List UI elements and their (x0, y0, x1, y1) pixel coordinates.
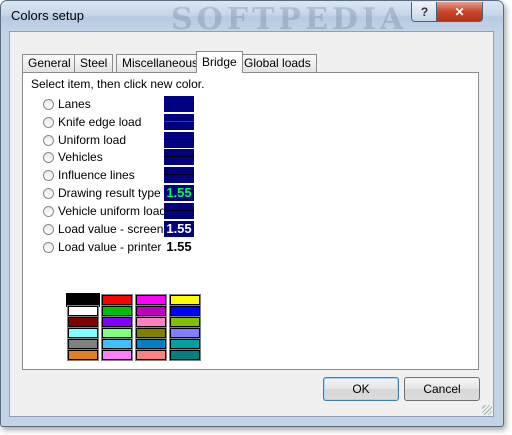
option-label: Influence lines (58, 168, 135, 182)
swatch-line (164, 156, 194, 157)
dialog-client-area: General Steel Miscellaneous Bridge Globa… (9, 31, 494, 417)
option-label: Uniform load (58, 133, 127, 147)
palette-color-cell[interactable] (67, 338, 99, 350)
swatch-vehicles[interactable] (164, 149, 194, 165)
window-title: Colors setup (11, 8, 84, 23)
colors-setup-dialog: SOFTPEDIA Colors setup ? ✕ General Steel… (0, 0, 504, 427)
radio-button[interactable] (43, 187, 54, 199)
swatch-line (164, 121, 194, 122)
palette-color-cell[interactable] (135, 316, 167, 328)
bridge-colors-panel: Select item, then click new color. Lanes… (22, 72, 479, 370)
palette-color-cell[interactable] (101, 294, 133, 306)
palette-color-cell[interactable] (135, 349, 167, 361)
palette-color-cell[interactable] (67, 327, 99, 339)
option-label: Lanes (58, 97, 91, 111)
swatch-knife-edge-load[interactable] (164, 114, 194, 130)
ok-button[interactable]: OK (323, 377, 399, 401)
palette-color-cell[interactable] (67, 305, 99, 317)
sample-load-value-printer[interactable]: 1.55 (164, 239, 194, 255)
option-label: Load value - screen (58, 222, 164, 236)
palette-color-cell[interactable] (169, 294, 201, 306)
swatch-line (164, 210, 194, 211)
palette-color-cell[interactable] (66, 293, 100, 307)
radio-button[interactable] (43, 116, 54, 128)
close-button[interactable]: ✕ (436, 2, 483, 22)
tab-miscellaneous[interactable]: Miscellaneous (116, 54, 205, 72)
option-uniform-load[interactable]: Uniform load (43, 132, 126, 148)
radio-button[interactable] (43, 98, 54, 110)
tab-steel[interactable]: Steel (74, 54, 114, 72)
palette-color-cell[interactable] (101, 349, 133, 361)
palette-color-cell[interactable] (135, 294, 167, 306)
radio-button[interactable] (43, 134, 54, 146)
radio-button[interactable] (43, 223, 54, 235)
swatch-line (164, 139, 194, 140)
option-vehicle-uniform-load[interactable]: Vehicle uniform load (43, 203, 166, 219)
palette-color-cell[interactable] (169, 327, 201, 339)
palette-color-cell[interactable] (67, 316, 99, 328)
palette-color-cell[interactable] (169, 338, 201, 350)
option-vehicles[interactable]: Vehicles (43, 149, 103, 165)
radio-button[interactable] (43, 241, 54, 253)
option-load-value-screen[interactable]: Load value - screen (43, 221, 163, 237)
palette-color-cell[interactable] (101, 327, 133, 339)
option-lanes[interactable]: Lanes (43, 96, 91, 112)
option-drawing-result-type[interactable]: Drawing result type (43, 185, 161, 201)
option-influence-lines[interactable]: Influence lines (43, 167, 135, 183)
palette-color-cell[interactable] (101, 316, 133, 328)
color-palette (66, 293, 201, 361)
palette-color-cell[interactable] (67, 349, 99, 361)
option-label: Vehicle uniform load (58, 204, 167, 218)
palette-color-cell[interactable] (135, 305, 167, 317)
palette-color-cell[interactable] (169, 349, 201, 361)
resize-grip[interactable] (482, 405, 492, 415)
palette-color-cell[interactable] (169, 316, 201, 328)
swatch-vehicle-uniform-load[interactable] (164, 203, 194, 219)
option-label: Vehicles (58, 150, 103, 164)
option-label: Knife edge load (58, 115, 142, 129)
tab-global-loads[interactable]: Global loads (238, 54, 317, 72)
tab-bridge[interactable]: Bridge (196, 51, 243, 73)
radio-button[interactable] (43, 205, 54, 217)
palette-color-cell[interactable] (101, 338, 133, 350)
swatch-line (164, 103, 194, 104)
palette-color-cell[interactable] (135, 338, 167, 350)
instruction-text: Select item, then click new color. (31, 77, 205, 91)
radio-button[interactable] (43, 151, 54, 163)
swatch-line (164, 174, 194, 175)
help-button[interactable]: ? (411, 2, 438, 22)
swatch-uniform-load[interactable] (164, 132, 194, 148)
sample-load-value-screen[interactable]: 1.55 (164, 221, 194, 237)
tab-general[interactable]: General (22, 54, 77, 72)
option-label: Load value - printer (58, 240, 162, 254)
palette-color-cell[interactable] (169, 305, 201, 317)
option-load-value-printer[interactable]: Load value - printer (43, 239, 161, 255)
swatch-lanes[interactable] (164, 96, 194, 112)
sample-drawing-result-type[interactable]: 1.55 (164, 185, 194, 201)
cancel-button[interactable]: Cancel (404, 377, 480, 401)
title-bar[interactable]: SOFTPEDIA Colors setup ? ✕ (1, 1, 503, 37)
option-knife-edge-load[interactable]: Knife edge load (43, 114, 141, 130)
option-label: Drawing result type (58, 186, 161, 200)
swatch-influence-lines[interactable] (164, 167, 194, 183)
radio-button[interactable] (43, 169, 54, 181)
palette-color-cell[interactable] (101, 305, 133, 317)
palette-color-cell[interactable] (135, 327, 167, 339)
